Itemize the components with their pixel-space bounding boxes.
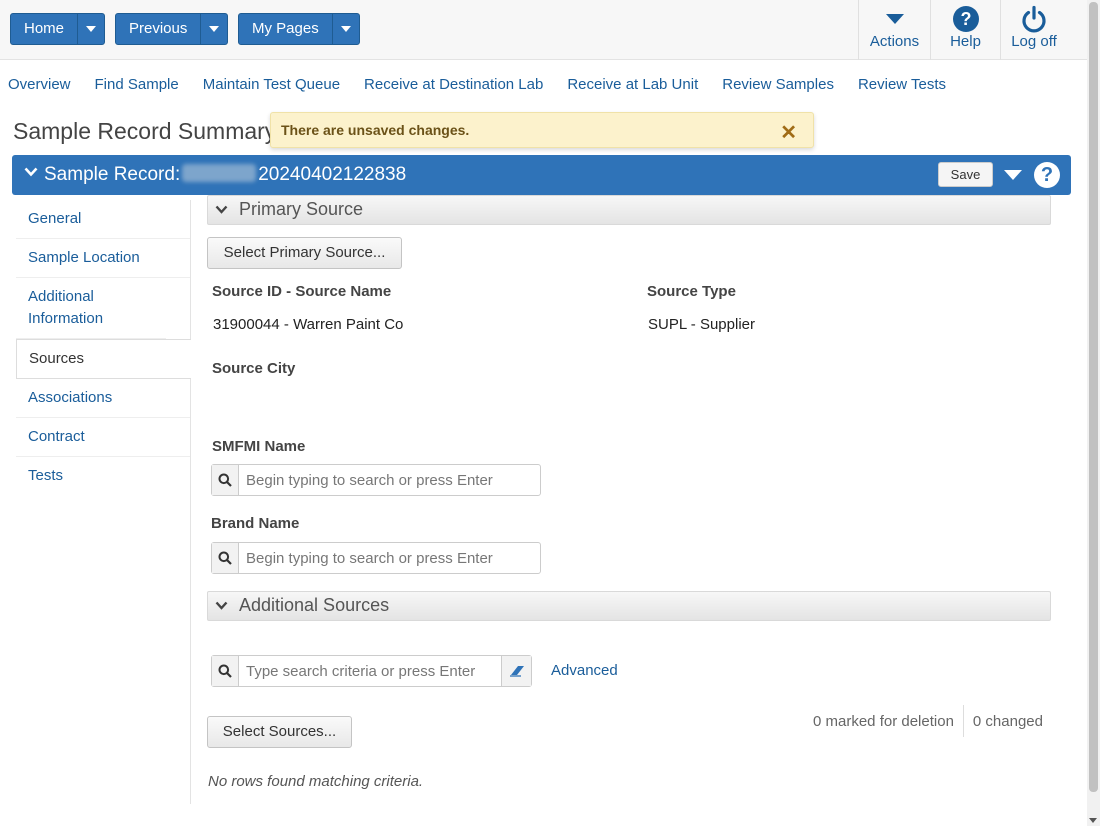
section-chevron-icon	[215, 601, 228, 610]
scroll-down-arrow-icon[interactable]	[1089, 818, 1097, 823]
marked-for-deletion-count: 0 marked for deletion	[813, 712, 954, 730]
previous-label[interactable]: Previous	[116, 14, 202, 44]
log-off-link[interactable]: Log off	[1000, 0, 1067, 60]
previous-dropdown-caret-icon[interactable]	[201, 14, 227, 44]
actions-menu[interactable]: Actions	[858, 0, 930, 60]
sidebar: General Sample Location Additional Infor…	[16, 200, 191, 804]
primary-source-title: Primary Source	[239, 199, 364, 219]
source-id-label: Source ID - Source Name	[212, 283, 392, 300]
page-tabs: Overview Find Sample Maintain Test Queue…	[8, 76, 970, 93]
additional-sources-search-input[interactable]	[239, 656, 501, 686]
additional-sources-section-header[interactable]: Additional Sources	[207, 591, 1051, 621]
sidebar-item-general[interactable]: General	[16, 200, 190, 239]
help-link[interactable]: ? Help	[930, 0, 1000, 60]
sidebar-item-tests[interactable]: Tests	[16, 457, 190, 495]
smfmi-name-input[interactable]	[239, 465, 540, 495]
close-icon[interactable]: ✕	[780, 120, 797, 145]
unsaved-changes-alert: There are unsaved changes. ✕	[270, 112, 814, 148]
advanced-search-link[interactable]: Advanced	[551, 662, 618, 679]
sidebar-item-sample-location[interactable]: Sample Location	[16, 239, 190, 278]
source-type-label: Source Type	[647, 283, 736, 300]
sidebar-item-contract[interactable]: Contract	[16, 418, 190, 457]
source-city-label: Source City	[212, 360, 296, 377]
header-help-icon[interactable]: ?	[1034, 162, 1060, 188]
select-primary-source-button[interactable]: Select Primary Source...	[207, 237, 402, 269]
sample-record-header: Sample Record: 20240402122838 Save ?	[12, 155, 1071, 195]
my-pages-button[interactable]: My Pages	[238, 13, 360, 45]
save-button[interactable]: Save	[938, 162, 993, 187]
sample-record-title-prefix: Sample Record:	[44, 164, 181, 185]
tab-review-tests[interactable]: Review Tests	[858, 76, 946, 93]
search-icon	[212, 543, 239, 573]
changed-count: 0 changed	[972, 712, 1043, 730]
power-icon	[1001, 0, 1067, 34]
additional-sources-search	[211, 655, 532, 687]
collapse-chevron-icon[interactable]	[24, 167, 38, 177]
home-button[interactable]: Home	[10, 13, 106, 45]
header-menu-caret-icon[interactable]	[1004, 170, 1022, 180]
my-pages-label[interactable]: My Pages	[239, 14, 333, 44]
previous-button[interactable]: Previous	[115, 13, 229, 45]
unsaved-changes-message: There are unsaved changes.	[281, 122, 470, 138]
brand-name-input[interactable]	[239, 543, 540, 573]
search-icon	[212, 656, 239, 686]
change-counts: 0 marked for deletion 0 changed	[813, 705, 1043, 737]
tab-receive-at-destination-lab[interactable]: Receive at Destination Lab	[364, 76, 543, 93]
page-scrollbar[interactable]	[1087, 0, 1100, 826]
my-pages-dropdown-caret-icon[interactable]	[333, 14, 359, 44]
tab-maintain-test-queue[interactable]: Maintain Test Queue	[203, 76, 340, 93]
svg-text:?: ?	[960, 9, 971, 29]
page-title: Sample Record Summary	[13, 118, 277, 144]
scrollbar-thumb[interactable]	[1089, 2, 1098, 792]
tab-overview[interactable]: Overview	[8, 76, 71, 93]
actions-caret-icon	[859, 0, 930, 34]
smfmi-name-search	[211, 464, 541, 496]
sample-record-title: Sample Record: 20240402122838	[44, 164, 406, 186]
select-sources-button[interactable]: Select Sources...	[207, 716, 352, 748]
smfmi-name-label: SMFMI Name	[212, 438, 306, 455]
redacted-text	[182, 164, 257, 182]
sidebar-item-associations[interactable]: Associations	[16, 379, 190, 418]
additional-sources-title: Additional Sources	[239, 595, 390, 615]
tab-receive-at-lab-unit[interactable]: Receive at Lab Unit	[567, 76, 698, 93]
tab-review-samples[interactable]: Review Samples	[722, 76, 834, 93]
sample-record-id: 20240402122838	[258, 164, 407, 185]
source-type-value: SUPL - Supplier	[648, 316, 755, 333]
help-label: Help	[950, 33, 981, 50]
brand-name-label: Brand Name	[211, 515, 300, 532]
divider	[962, 705, 964, 737]
home-label[interactable]: Home	[11, 14, 79, 44]
no-rows-message: No rows found matching criteria.	[208, 773, 424, 790]
source-id-value: 31900044 - Warren Paint Co	[213, 316, 404, 333]
eraser-icon[interactable]	[501, 656, 531, 686]
home-dropdown-caret-icon[interactable]	[78, 14, 104, 44]
tab-find-sample[interactable]: Find Sample	[95, 76, 179, 93]
top-bar: Home Previous My Pages Actions ? Help Lo…	[0, 0, 1087, 60]
log-off-label: Log off	[1011, 33, 1057, 50]
search-icon	[212, 465, 239, 495]
help-icon: ?	[931, 0, 1000, 34]
sidebar-item-additional-information[interactable]: Additional Information	[16, 278, 166, 339]
sidebar-item-sources[interactable]: Sources	[16, 339, 191, 379]
actions-label: Actions	[869, 33, 920, 50]
primary-source-section-header[interactable]: Primary Source	[207, 195, 1051, 225]
brand-name-search	[211, 542, 541, 574]
section-chevron-icon	[215, 205, 228, 214]
